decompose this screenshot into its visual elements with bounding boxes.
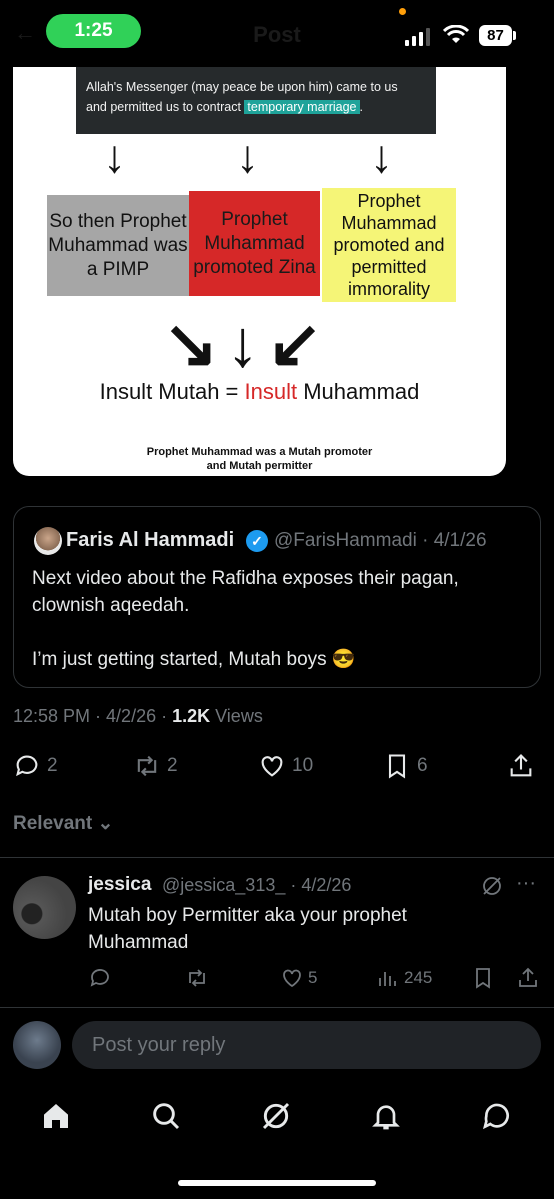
like-count: 10 [292, 755, 314, 776]
views-count: 245 [404, 968, 433, 987]
like-count: 5 [308, 968, 318, 987]
bookmark-button[interactable]: 6 [383, 752, 428, 780]
repost-icon [137, 755, 157, 777]
repost-button[interactable]: 2 [133, 752, 178, 780]
wifi-icon [443, 25, 469, 43]
hadith-line-1: Allah's Messenger (may peace be upon him… [86, 80, 398, 94]
bookmark-button[interactable] [471, 966, 495, 990]
arrow-down-icon: ↓ [236, 130, 259, 182]
views-icon [379, 972, 396, 986]
reply-input[interactable] [90, 1032, 541, 1058]
tab-grok[interactable] [256, 1096, 296, 1136]
tab-notifications[interactable] [366, 1096, 406, 1136]
avatar [13, 1021, 61, 1069]
post-meta: 12:58 PM · 4/2/26 · 1.2K Views [13, 706, 263, 727]
reply-text: Mutah boy Permitter aka your prophet Muh… [88, 905, 407, 953]
quoted-author-name[interactable]: Faris Al Hammadi [66, 529, 234, 552]
arrow-down-icon: ↓ [370, 130, 393, 182]
equation-right: Muhammad [297, 379, 420, 404]
views-count: 1.2K [172, 706, 211, 726]
hadith-highlight: temporary marriage [244, 100, 360, 114]
status-time: 1:25 [46, 14, 141, 48]
quoted-text-line-1: Next video about the Rafidha exposes the… [32, 568, 459, 616]
post-image[interactable]: Allah's Messenger (may peace be upon him… [13, 67, 506, 476]
heart-icon [261, 756, 283, 777]
like-button[interactable]: 5 [280, 966, 317, 990]
share-icon [510, 754, 532, 777]
avatar[interactable] [34, 527, 62, 555]
home-icon [44, 1104, 68, 1128]
share-button[interactable] [507, 752, 535, 780]
share-icon [519, 967, 537, 987]
reply-button[interactable] [88, 966, 112, 990]
verified-badge-icon: ✓ [246, 530, 268, 552]
views-label: Views [210, 706, 263, 726]
reply-icon [16, 755, 38, 777]
bell-icon [372, 1105, 400, 1130]
reply-author-handle: @jessica_313_ · 4/2/26 [162, 875, 352, 895]
quoted-text-line-2: I’m just getting started, Mutah boys 😎 [32, 649, 356, 670]
equation-mid: Insult [244, 379, 298, 404]
hadith-line-2: and permitted us to contract [86, 100, 245, 114]
search-icon [153, 1103, 180, 1130]
tab-messages[interactable] [477, 1096, 517, 1136]
battery-nub [513, 31, 516, 40]
divider [0, 857, 554, 858]
claim-box-red: Prophet Muhammad promoted Zina [189, 191, 320, 296]
claim-box-gray: So then Prophet Muhammad was a PIMP [47, 195, 189, 296]
signal-icon [405, 28, 430, 46]
post-timestamp: 12:58 PM · 4/2/26 · [13, 706, 173, 726]
grok-icon [262, 1102, 290, 1130]
caption-line-2: and Mutah permitter [206, 460, 313, 472]
equation-left: Insult Mutah = [99, 379, 245, 404]
reply-icon [90, 969, 109, 987]
quoted-post[interactable]: Faris Al Hammadi ✓ @FarisHammadi · 4/1/2… [13, 506, 541, 688]
sort-replies-dropdown[interactable]: Relevant ⌄ [13, 812, 113, 835]
divider [0, 1007, 554, 1008]
reply-author-name[interactable]: jessica [88, 874, 151, 896]
arrow-down-icon: ↓ [103, 130, 126, 182]
bookmark-count: 6 [417, 755, 428, 776]
quoted-author-handle: @FarisHammadi · 4/1/26 [274, 530, 487, 551]
bookmark-icon [388, 754, 406, 779]
bookmark-icon [476, 968, 490, 989]
reply-count: 2 [47, 755, 58, 776]
claim-box-yellow: Prophet Muhammad promoted and permitted … [322, 188, 456, 302]
like-button[interactable]: 10 [258, 752, 313, 780]
equation-text: Insult Mutah = Insult Muhammad [13, 379, 506, 405]
home-indicator [178, 1180, 376, 1186]
battery-indicator: 87 [479, 25, 512, 46]
grok-icon[interactable] [480, 874, 504, 898]
converging-arrows: ↘↓↙ [163, 306, 331, 380]
heart-icon [283, 969, 301, 988]
views-button[interactable]: 245 [376, 966, 432, 990]
repost-count: 2 [167, 755, 178, 776]
avatar[interactable] [13, 876, 76, 939]
share-button[interactable] [516, 966, 540, 990]
repost-icon [189, 969, 205, 987]
reply-button[interactable]: 2 [13, 752, 58, 780]
privacy-indicator [399, 8, 406, 15]
hadith-quote-box: Allah's Messenger (may peace be upon him… [76, 67, 436, 134]
repost-button[interactable] [185, 966, 209, 990]
more-options-icon[interactable]: ··· [516, 872, 536, 895]
reply-composer[interactable] [72, 1021, 541, 1069]
image-caption: Prophet Muhammad was a Mutah promoter an… [13, 445, 506, 473]
chat-icon [483, 1103, 509, 1130]
tab-home[interactable] [36, 1096, 76, 1136]
hadith-line-2-end: . [359, 100, 363, 114]
quoted-post-text: Next video about the Rafidha exposes the… [32, 565, 527, 673]
tab-search[interactable] [146, 1096, 186, 1136]
caption-line-1: Prophet Muhammad was a Mutah promoter [146, 446, 373, 458]
